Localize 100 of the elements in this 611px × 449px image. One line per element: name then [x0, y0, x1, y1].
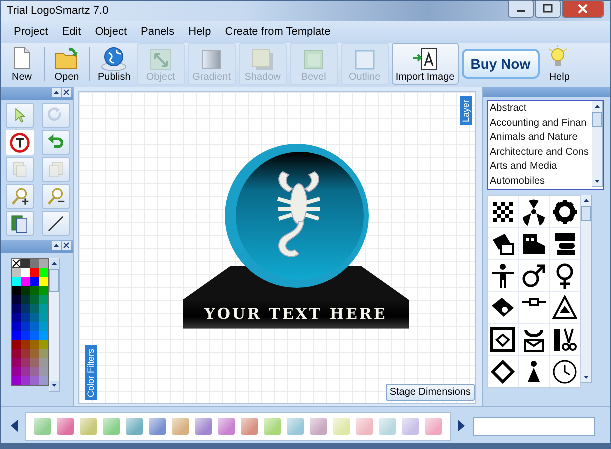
color-swatch[interactable]	[21, 340, 30, 349]
gradient-swatch[interactable]	[402, 418, 419, 434]
color-swatch[interactable]	[30, 259, 39, 268]
gear-icon[interactable]	[551, 198, 579, 226]
color-swatch[interactable]	[39, 349, 48, 358]
color-swatch[interactable]	[21, 304, 30, 313]
color-swatch[interactable]	[39, 295, 48, 304]
color-swatch[interactable]	[39, 286, 48, 295]
layer-tab[interactable]: Layer	[460, 97, 472, 126]
right-arrow-icon[interactable]	[457, 420, 465, 432]
color-swatch[interactable]	[12, 349, 21, 358]
gradient-swatch[interactable]	[333, 418, 350, 434]
color-swatch[interactable]	[30, 376, 39, 385]
color-swatch[interactable]	[12, 295, 21, 304]
color-swatch[interactable]	[12, 340, 21, 349]
color-swatch[interactable]	[30, 331, 39, 340]
gradient-swatch[interactable]	[80, 418, 97, 434]
gradient-swatch[interactable]	[356, 418, 373, 434]
color-swatch[interactable]	[39, 304, 48, 313]
gradient-swatch[interactable]	[287, 418, 304, 434]
menu-item[interactable]: Help	[184, 24, 216, 40]
buy-now-button[interactable]: Buy Now	[462, 49, 540, 79]
color-swatch[interactable]	[12, 331, 21, 340]
color-swatch[interactable]	[12, 286, 21, 295]
color-swatch[interactable]	[21, 295, 30, 304]
color-swatch[interactable]	[39, 259, 48, 268]
color-swatch[interactable]	[39, 358, 48, 367]
gradient-swatch[interactable]	[172, 418, 189, 434]
menu-item[interactable]: Create from Template	[220, 24, 336, 40]
color-swatch[interactable]	[39, 376, 48, 385]
gradient-swatch[interactable]	[379, 418, 396, 434]
publish-button[interactable]: Publish	[95, 43, 134, 85]
menu-item[interactable]: Object	[90, 24, 132, 40]
gradient-swatch[interactable]	[425, 418, 442, 434]
color-swatch[interactable]	[39, 268, 48, 277]
color-swatch[interactable]	[30, 358, 39, 367]
import-button[interactable]: Import Image	[392, 43, 459, 85]
person-icon[interactable]	[489, 262, 517, 290]
tool-button[interactable]	[6, 211, 34, 236]
tool-button[interactable]	[42, 211, 70, 236]
color-swatch[interactable]	[39, 277, 48, 286]
gradient-swatch[interactable]	[195, 418, 212, 434]
color-swatch[interactable]	[21, 313, 30, 322]
color-swatch[interactable]	[30, 295, 39, 304]
color-swatch[interactable]	[30, 277, 39, 286]
menu-item[interactable]: Panels	[136, 24, 180, 40]
help-button[interactable]: Help	[542, 43, 577, 85]
color-swatch[interactable]	[12, 367, 21, 376]
color-swatch[interactable]	[21, 331, 30, 340]
menu-item[interactable]: Project	[9, 24, 54, 40]
warning-sign-icon[interactable]	[551, 294, 579, 322]
color-swatch[interactable]	[12, 313, 21, 322]
color-swatch[interactable]	[12, 376, 21, 385]
color-swatch[interactable]	[30, 367, 39, 376]
color-swatch[interactable]	[39, 367, 48, 376]
gradient-swatch[interactable]	[34, 418, 51, 434]
gradient-swatch[interactable]	[241, 418, 258, 434]
clock-icon[interactable]	[551, 358, 579, 386]
stage-dimensions-button[interactable]: Stage Dimensions	[386, 384, 475, 401]
color-swatch[interactable]	[21, 376, 30, 385]
color-swatch[interactable]	[12, 268, 21, 277]
open-button[interactable]: Open	[50, 43, 84, 85]
gradient-swatch[interactable]	[103, 418, 120, 434]
input-field[interactable]	[473, 416, 595, 436]
color-swatch[interactable]	[12, 304, 21, 313]
close-icon[interactable]	[62, 88, 71, 97]
color-swatch[interactable]	[30, 349, 39, 358]
gradient-swatch[interactable]	[218, 418, 235, 434]
category-item[interactable]: Arts and Media	[490, 160, 590, 174]
gradient-swatch[interactable]	[264, 418, 281, 434]
color-swatch[interactable]	[30, 313, 39, 322]
color-swatch[interactable]	[21, 358, 30, 367]
gradient-swatch[interactable]	[310, 418, 327, 434]
close-icon[interactable]	[562, 0, 604, 18]
color-swatch[interactable]	[21, 268, 30, 277]
minimize-icon[interactable]	[508, 0, 534, 18]
color-swatch[interactable]	[39, 340, 48, 349]
category-item[interactable]: Automobiles	[490, 174, 590, 189]
gradient-swatch[interactable]	[126, 418, 143, 434]
left-arrow-icon[interactable]	[11, 420, 19, 432]
collapse-icon[interactable]	[52, 88, 61, 97]
color-swatch[interactable]	[39, 331, 48, 340]
color-swatch[interactable]	[21, 286, 30, 295]
color-swatch[interactable]	[12, 277, 21, 286]
color-swatch[interactable]	[12, 322, 21, 331]
color-swatch[interactable]	[30, 304, 39, 313]
category-item[interactable]: Accounting and Finan	[490, 116, 590, 131]
color-swatch[interactable]	[12, 358, 21, 367]
radiation-icon[interactable]	[520, 198, 548, 226]
color-swatch[interactable]	[21, 277, 30, 286]
diamond-icon[interactable]	[489, 358, 517, 386]
no-color-icon[interactable]	[12, 259, 21, 268]
collapse-icon[interactable]	[52, 241, 61, 250]
gradient-swatch[interactable]	[149, 418, 166, 434]
gradient-swatch[interactable]	[57, 418, 74, 434]
color-swatch[interactable]	[21, 259, 30, 268]
maximize-icon[interactable]	[535, 0, 561, 18]
color-swatch[interactable]	[30, 286, 39, 295]
color-filters-tab[interactable]: Color Filters	[85, 346, 97, 401]
close-icon[interactable]	[62, 241, 71, 250]
